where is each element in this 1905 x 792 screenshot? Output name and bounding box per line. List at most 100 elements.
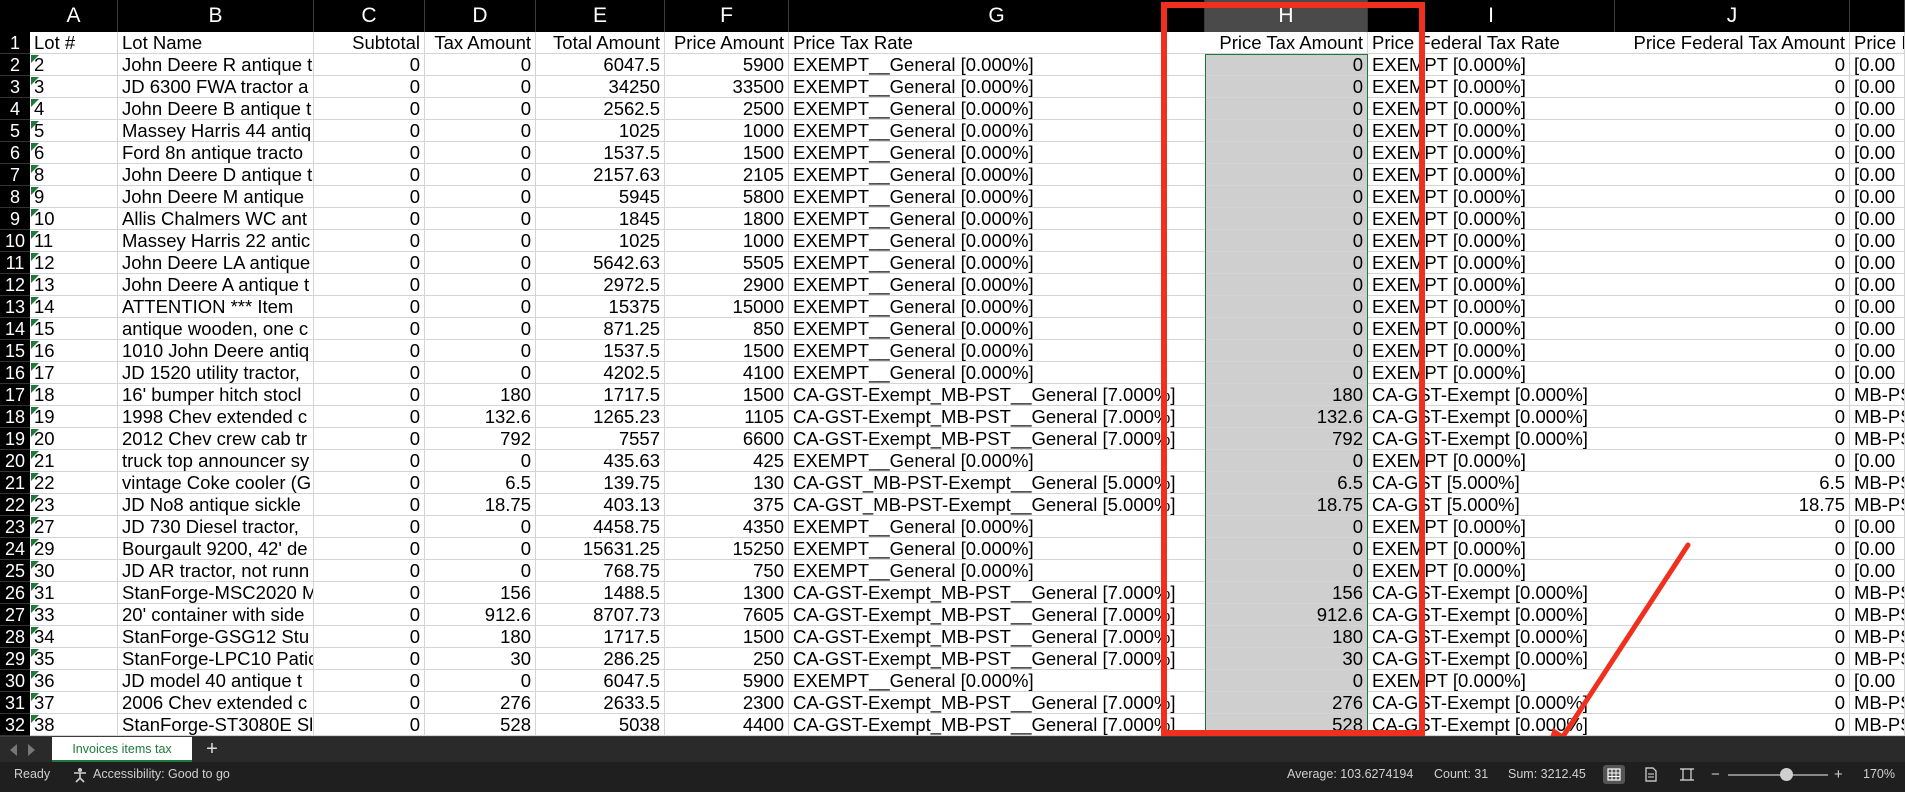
table-cell[interactable]: 18.75 xyxy=(1205,494,1368,516)
table-cell[interactable]: John Deere M antique xyxy=(118,186,314,208)
table-cell[interactable]: 1488.5 xyxy=(536,582,665,604)
row-header-1[interactable]: 1 xyxy=(0,32,30,54)
table-cell[interactable]: 2105 xyxy=(665,164,789,186)
table-cell[interactable]: Massey Harris 44 antiq xyxy=(118,120,314,142)
table-cell[interactable]: 12 xyxy=(30,252,118,274)
table-cell[interactable]: 276 xyxy=(1205,692,1368,714)
table-cell[interactable]: 5900 xyxy=(665,54,789,76)
table-cell[interactable]: 0 xyxy=(314,648,425,670)
table-cell[interactable]: 180 xyxy=(1205,384,1368,406)
table-cell[interactable]: 0 xyxy=(425,340,536,362)
table-cell[interactable]: 425 xyxy=(665,450,789,472)
table-cell[interactable]: EXEMPT__General [0.000%] xyxy=(789,252,1205,274)
table-cell[interactable]: CA-GST-Exempt [0.000%] xyxy=(1368,648,1615,670)
table-cell[interactable]: 5642.63 xyxy=(536,252,665,274)
table-cell[interactable]: 132.6 xyxy=(1205,406,1368,428)
row-header-31[interactable]: 31 xyxy=(0,692,30,714)
table-cell[interactable]: MB-PS xyxy=(1850,582,1905,604)
table-cell[interactable]: StanForge-MSC2020 M xyxy=(118,582,314,604)
table-cell[interactable]: 5900 xyxy=(665,670,789,692)
table-cell[interactable]: 912.6 xyxy=(425,604,536,626)
table-cell[interactable]: 15 xyxy=(30,318,118,340)
table-cell[interactable]: 8 xyxy=(30,164,118,186)
table-cell[interactable]: 0 xyxy=(425,164,536,186)
table-cell[interactable]: 0 xyxy=(314,516,425,538)
table-cell[interactable]: JD 6300 FWA tractor a xyxy=(118,76,314,98)
table-cell[interactable]: EXEMPT__General [0.000%] xyxy=(789,318,1205,340)
table-cell[interactable]: CA-GST-Exempt [0.000%] xyxy=(1368,428,1615,450)
row-header-9[interactable]: 9 xyxy=(0,208,30,230)
table-cell[interactable]: 29 xyxy=(30,538,118,560)
table-cell[interactable]: 2006 Chev extended c xyxy=(118,692,314,714)
row-header-6[interactable]: 6 xyxy=(0,142,30,164)
table-cell[interactable]: 31 xyxy=(30,582,118,604)
table-cell[interactable]: 286.25 xyxy=(536,648,665,670)
table-cell[interactable]: EXEMPT__General [0.000%] xyxy=(789,362,1205,384)
table-cell[interactable]: 0 xyxy=(1615,604,1850,626)
table-cell[interactable]: 15375 xyxy=(536,296,665,318)
table-cell[interactable]: EXEMPT [0.000%] xyxy=(1368,54,1615,76)
table-cell[interactable]: Ford 8n antique tracto xyxy=(118,142,314,164)
table-cell[interactable]: 2157.63 xyxy=(536,164,665,186)
table-cell[interactable]: 0 xyxy=(1615,54,1850,76)
table-cell[interactable]: 0 xyxy=(1205,186,1368,208)
table-cell[interactable]: 0 xyxy=(1615,340,1850,362)
table-cell[interactable]: 0 xyxy=(425,362,536,384)
table-cell[interactable]: 528 xyxy=(425,714,536,736)
row-header-15[interactable]: 15 xyxy=(0,340,30,362)
table-cell[interactable]: 11 xyxy=(30,230,118,252)
table-cell[interactable]: 1300 xyxy=(665,582,789,604)
table-cell[interactable]: JD 730 Diesel tractor, xyxy=(118,516,314,538)
table-cell[interactable]: CA-GST-Exempt_MB-PST__General [7.000%] xyxy=(789,648,1205,670)
table-cell[interactable]: [0.00 xyxy=(1850,54,1905,76)
table-cell[interactable]: 0 xyxy=(1615,582,1850,604)
table-cell[interactable]: 0 xyxy=(425,560,536,582)
table-cell[interactable]: MB-PS xyxy=(1850,406,1905,428)
table-cell[interactable]: 17 xyxy=(30,362,118,384)
table-cell[interactable]: StanForge-GSG12 Stu xyxy=(118,626,314,648)
table-cell[interactable]: EXEMPT [0.000%] xyxy=(1368,560,1615,582)
table-cell[interactable]: John Deere R antique t xyxy=(118,54,314,76)
table-cell[interactable]: CA-GST [5.000%] xyxy=(1368,494,1615,516)
column-header-e[interactable]: E xyxy=(536,0,665,32)
row-header-8[interactable]: 8 xyxy=(0,186,30,208)
table-cell[interactable]: CA-GST-Exempt [0.000%] xyxy=(1368,604,1615,626)
header-cell[interactable]: Subtotal xyxy=(314,32,425,54)
table-cell[interactable]: 528 xyxy=(1205,714,1368,736)
table-cell[interactable]: EXEMPT__General [0.000%] xyxy=(789,98,1205,120)
table-cell[interactable]: 0 xyxy=(1205,120,1368,142)
table-cell[interactable]: 0 xyxy=(1205,142,1368,164)
table-cell[interactable]: 156 xyxy=(425,582,536,604)
row-header-23[interactable]: 23 xyxy=(0,516,30,538)
table-cell[interactable]: [0.00 xyxy=(1850,142,1905,164)
table-cell[interactable]: 768.75 xyxy=(536,560,665,582)
table-cell[interactable]: 18.75 xyxy=(1615,494,1850,516)
table-cell[interactable]: 792 xyxy=(425,428,536,450)
select-all-corner[interactable] xyxy=(0,0,30,32)
table-cell[interactable]: EXEMPT [0.000%] xyxy=(1368,230,1615,252)
table-cell[interactable]: EXEMPT__General [0.000%] xyxy=(789,186,1205,208)
table-cell[interactable]: [0.00 xyxy=(1850,76,1905,98)
column-header-c[interactable]: C xyxy=(314,0,425,32)
row-header-20[interactable]: 20 xyxy=(0,450,30,472)
table-cell[interactable]: 10 xyxy=(30,208,118,230)
add-sheet-button[interactable]: + xyxy=(200,737,224,762)
table-cell[interactable]: 1500 xyxy=(665,340,789,362)
table-cell[interactable]: 1105 xyxy=(665,406,789,428)
table-cell[interactable]: 18 xyxy=(30,384,118,406)
table-cell[interactable]: [0.00 xyxy=(1850,208,1905,230)
row-header-10[interactable]: 10 xyxy=(0,230,30,252)
table-cell[interactable]: 1025 xyxy=(536,230,665,252)
table-cell[interactable]: [0.00 xyxy=(1850,318,1905,340)
table-cell[interactable]: CA-GST-Exempt_MB-PST__General [7.000%] xyxy=(789,582,1205,604)
table-cell[interactable]: 15000 xyxy=(665,296,789,318)
row-header-14[interactable]: 14 xyxy=(0,318,30,340)
table-cell[interactable]: 15631.25 xyxy=(536,538,665,560)
table-cell[interactable]: 0 xyxy=(1205,252,1368,274)
table-cell[interactable]: EXEMPT [0.000%] xyxy=(1368,142,1615,164)
row-header-27[interactable]: 27 xyxy=(0,604,30,626)
table-cell[interactable]: CA-GST-Exempt [0.000%] xyxy=(1368,406,1615,428)
table-cell[interactable]: 36 xyxy=(30,670,118,692)
table-cell[interactable]: CA-GST-Exempt [0.000%] xyxy=(1368,714,1615,736)
table-cell[interactable]: MB-PS xyxy=(1850,714,1905,736)
